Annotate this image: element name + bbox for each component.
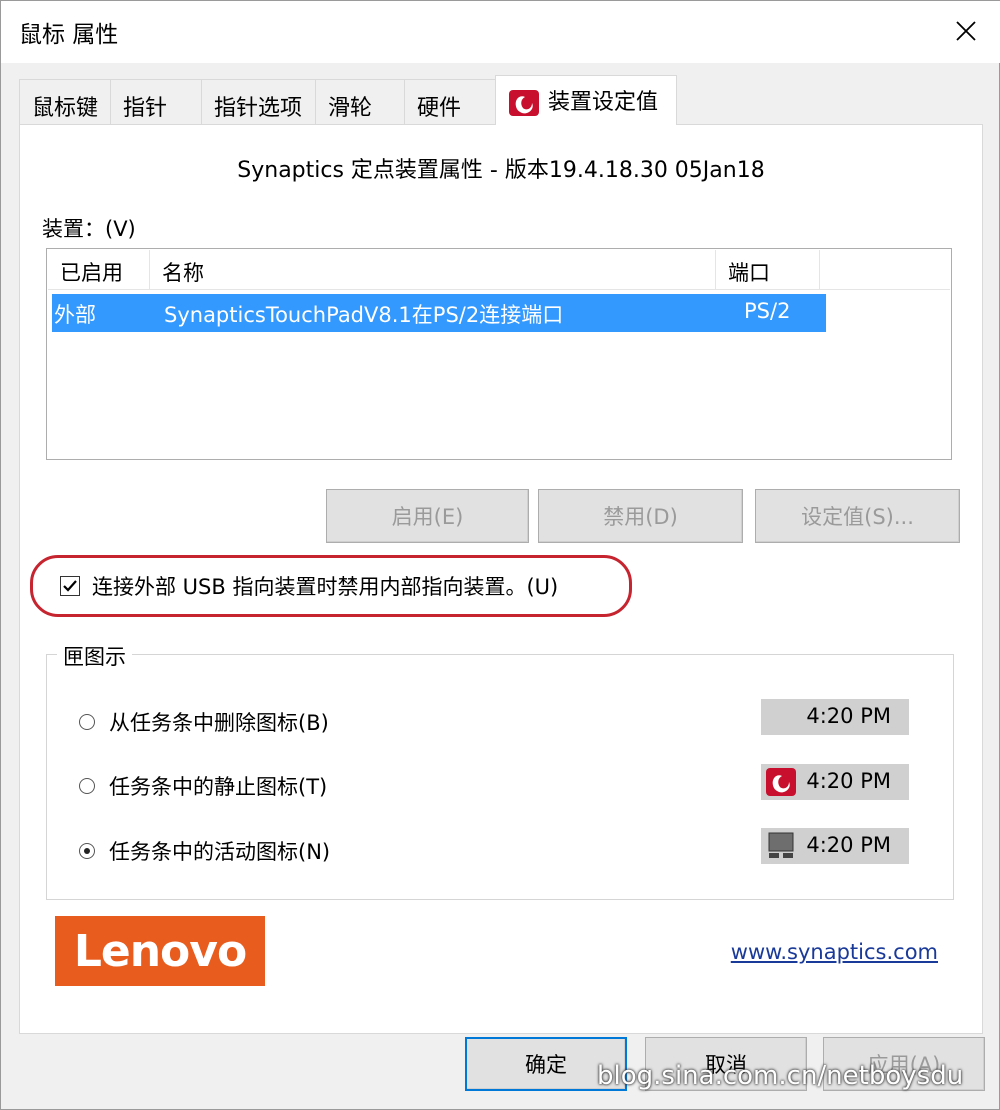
device-settings-panel: Synaptics 定点装置属性 - 版本19.4.18.30 05Jan18 … — [19, 124, 983, 1034]
touchpad-gray-icon — [765, 831, 797, 861]
tab-hardware[interactable]: 硬件 — [404, 79, 496, 125]
driver-version-header: Synaptics 定点装置属性 - 版本19.4.18.30 05Jan18 — [237, 158, 765, 183]
radio-static-icon[interactable]: 任务条中的静止图标(T) — [79, 771, 327, 801]
tray-icon-group-legend: 匣图示 — [57, 641, 132, 671]
tab-pointers[interactable]: 指针 — [110, 79, 202, 125]
mouse-properties-window: 鼠标 属性 鼠标键 指针 指针选项 滑轮 硬件 装置设定值 Synaptics … — [0, 0, 1000, 1110]
lenovo-logo: Lenovo — [55, 916, 265, 986]
window-title: 鼠标 属性 — [19, 22, 119, 48]
watermark-text: blog.sina.com.cn/netboysdu — [597, 1061, 964, 1091]
radio-remove-icon-button[interactable] — [79, 714, 95, 730]
device-list[interactable]: 已启用 名称 端口 外部 SynapticsTouchPadV8.1在PS/2连… — [46, 248, 952, 460]
title-bar[interactable]: 鼠标 属性 — [1, 1, 1000, 63]
disable-internal-pointer-option[interactable]: 连接外部 USB 指向装置时禁用内部指向装置。(U) — [60, 571, 558, 601]
checkmark-icon — [63, 580, 77, 592]
column-enabled[interactable]: 已启用 — [48, 250, 150, 290]
tray-preview-time: 4:20 PM — [806, 704, 891, 728]
tray-preview-static: 4:20 PM — [761, 764, 909, 800]
disable-internal-pointer-label: 连接外部 USB 指向装置时禁用内部指向装置。(U) — [92, 575, 559, 599]
column-name[interactable]: 名称 — [150, 250, 716, 290]
disable-internal-pointer-checkbox[interactable] — [60, 576, 80, 596]
device-port-cell: PS/2 — [744, 299, 791, 323]
settings-button[interactable]: 设定值(S)... — [755, 489, 960, 543]
device-row[interactable]: 外部 SynapticsTouchPadV8.1在PS/2连接端口 PS/2 — [52, 294, 826, 332]
close-icon — [956, 21, 976, 41]
device-list-header: 已启用 名称 端口 — [48, 250, 950, 290]
synaptics-icon — [508, 89, 540, 117]
radio-active-icon-label: 任务条中的活动图标(N) — [109, 840, 331, 864]
tray-icon-group: 匣图示 从任务条中删除图标(B) 4:20 PM 任务条中的静止图标(T) 4:… — [46, 641, 954, 900]
tray-preview-none: 4:20 PM — [761, 699, 909, 735]
column-port[interactable]: 端口 — [716, 250, 820, 290]
radio-active-icon-button[interactable] — [79, 843, 95, 859]
tab-device-settings[interactable]: 装置设定值 — [495, 75, 677, 125]
tab-buttons[interactable]: 鼠标键 — [19, 79, 111, 125]
radio-remove-icon[interactable]: 从任务条中删除图标(B) — [79, 707, 329, 737]
radio-active-icon[interactable]: 任务条中的活动图标(N) — [79, 836, 330, 866]
synaptics-red-icon — [765, 767, 797, 797]
device-name-cell: SynapticsTouchPadV8.1在PS/2连接端口 — [164, 303, 564, 327]
radio-static-icon-button[interactable] — [79, 778, 95, 794]
tab-wheel[interactable]: 滑轮 — [315, 79, 405, 125]
radio-static-icon-label: 任务条中的静止图标(T) — [109, 775, 328, 799]
synaptics-website-link[interactable]: www.synaptics.com — [731, 940, 938, 964]
lenovo-logo-text: Lenovo — [73, 925, 247, 977]
tab-device-settings-label: 装置设定值 — [548, 90, 659, 115]
enable-button[interactable]: 启用(E) — [326, 489, 529, 543]
tray-preview-time: 4:20 PM — [806, 769, 891, 793]
tray-preview-active: 4:20 PM — [761, 828, 909, 864]
tab-bar: 鼠标键 指针 指针选项 滑轮 硬件 装置设定值 — [19, 75, 983, 125]
disable-button[interactable]: 禁用(D) — [538, 489, 743, 543]
device-enabled-cell: 外部 — [54, 303, 96, 327]
devices-label: 装置：(V) — [42, 217, 136, 241]
tab-pointer-options[interactable]: 指针选项 — [201, 79, 316, 125]
tray-preview-time: 4:20 PM — [806, 833, 891, 857]
close-button[interactable] — [931, 1, 1000, 61]
radio-remove-icon-label: 从任务条中删除图标(B) — [109, 711, 329, 735]
